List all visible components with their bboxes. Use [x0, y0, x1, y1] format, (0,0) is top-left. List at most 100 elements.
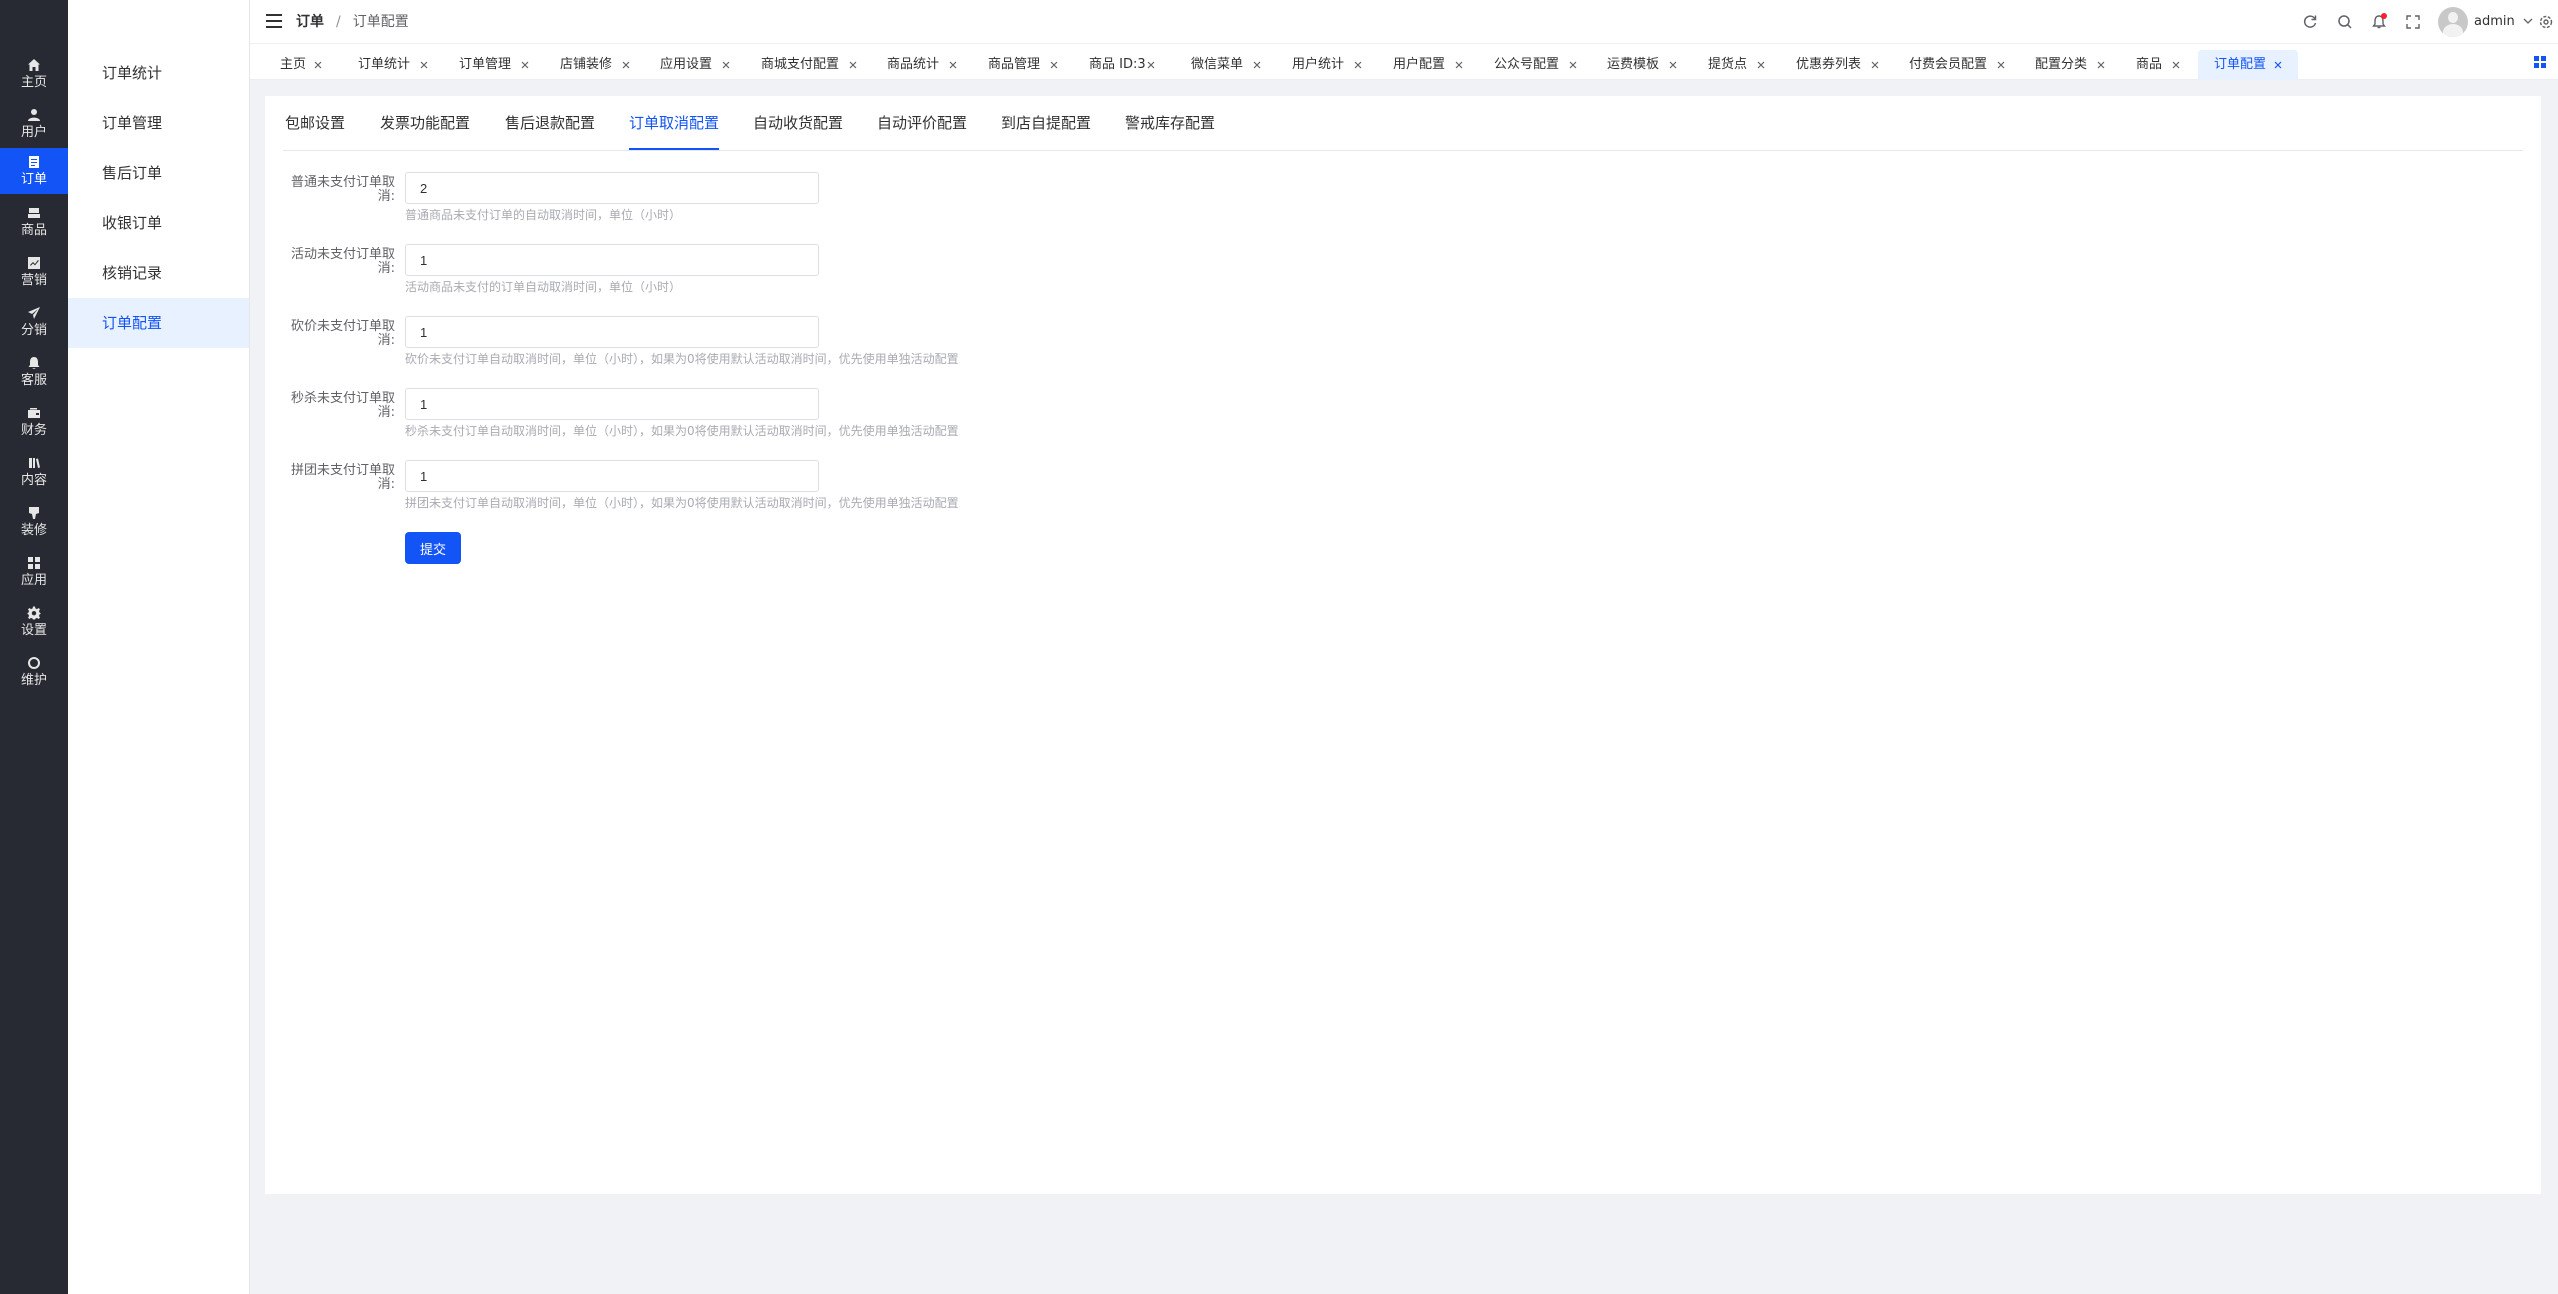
breadcrumb-parent[interactable]: 订单	[296, 14, 324, 30]
nav-apps[interactable]: 应用	[0, 548, 68, 596]
tab-store-decoration[interactable]: 店铺装修	[560, 50, 630, 80]
tab-goods-id[interactable]: 商品 ID:3	[1089, 50, 1155, 80]
tab-user-config[interactable]: 用户配置	[1393, 50, 1463, 80]
normal-cancel-hours-input[interactable]	[405, 172, 819, 204]
close-icon[interactable]	[949, 61, 957, 69]
tab-user-stats[interactable]: 用户统计	[1292, 50, 1362, 80]
nav-distribution[interactable]: 分销	[0, 298, 68, 346]
close-icon[interactable]	[1253, 61, 1261, 69]
activity-cancel-hours-input[interactable]	[405, 244, 819, 276]
fullscreen-icon[interactable]	[2403, 12, 2423, 32]
bell-icon	[28, 357, 40, 369]
tab-label: 商城支付配置	[761, 57, 840, 72]
tab-app-settings[interactable]: 应用设置	[660, 50, 730, 80]
close-icon[interactable]	[1871, 61, 1879, 69]
bargain-cancel-hours-input[interactable]	[405, 316, 819, 348]
tab-label: 公众号配置	[1494, 57, 1560, 72]
notification-bell-icon[interactable]	[2369, 12, 2389, 32]
nav-label: 维护	[20, 673, 47, 688]
nav-label: 设置	[20, 623, 47, 638]
tab-payment-config[interactable]: 商城支付配置	[761, 50, 857, 80]
tab-order-config[interactable]: 订单配置	[2198, 50, 2298, 80]
nav-decoration[interactable]: 装修	[0, 498, 68, 546]
field-hint: 活动商品未支付的订单自动取消时间，单位（小时）	[405, 280, 682, 294]
nav-user[interactable]: 用户	[0, 100, 68, 148]
close-icon[interactable]	[1757, 61, 1765, 69]
tab-order-management[interactable]: 订单管理	[459, 50, 529, 80]
close-icon[interactable]	[1997, 61, 2005, 69]
close-icon[interactable]	[2097, 61, 2105, 69]
nav-finance[interactable]: 财务	[0, 398, 68, 446]
nav-label: 装修	[20, 523, 47, 538]
search-icon[interactable]	[2335, 12, 2355, 32]
tabs-menu-icon[interactable]	[2534, 56, 2546, 68]
tab-coupon-list[interactable]: 优惠券列表	[1796, 50, 1879, 80]
config-tab-store-pickup[interactable]: 到店自提配置	[1001, 96, 1091, 150]
tab-home[interactable]: 主页	[280, 50, 322, 80]
close-icon[interactable]	[1354, 61, 1362, 69]
nav-order[interactable]: 订单	[0, 148, 68, 194]
config-tab-stock-alert[interactable]: 警戒库存配置	[1125, 96, 1215, 150]
tab-official-account-config[interactable]: 公众号配置	[1494, 50, 1577, 80]
tab-shipping-template[interactable]: 运费模板	[1607, 50, 1677, 80]
close-icon[interactable]	[314, 61, 322, 69]
refresh-icon[interactable]	[2300, 12, 2320, 32]
close-icon[interactable]	[722, 61, 730, 69]
close-icon[interactable]	[622, 61, 630, 69]
nav-goods[interactable]: 商品	[0, 198, 68, 246]
nav-marketing[interactable]: 营销	[0, 248, 68, 296]
submenu-verification-records[interactable]: 核销记录	[68, 248, 249, 298]
tab-goods[interactable]: 商品	[2136, 50, 2180, 80]
username[interactable]: admin	[2474, 12, 2515, 32]
tab-pickup-point[interactable]: 提货点	[1708, 50, 1765, 80]
close-icon[interactable]	[2172, 61, 2180, 69]
tab-label: 商品统计	[887, 57, 940, 72]
tab-paid-member-config[interactable]: 付费会员配置	[1909, 50, 2005, 80]
close-icon[interactable]	[420, 61, 428, 69]
submenu-after-sales[interactable]: 售后订单	[68, 148, 249, 198]
nav-content[interactable]: 内容	[0, 448, 68, 496]
submenu-cashier-orders[interactable]: 收银订单	[68, 198, 249, 248]
nav-service[interactable]: 客服	[0, 348, 68, 396]
avatar[interactable]	[2438, 7, 2468, 37]
close-icon[interactable]	[1669, 61, 1677, 69]
close-icon[interactable]	[1569, 61, 1577, 69]
config-tab-refund[interactable]: 售后退款配置	[505, 96, 595, 150]
close-icon[interactable]	[849, 61, 857, 69]
config-tab-invoice[interactable]: 发票功能配置	[380, 96, 470, 150]
config-tab-free-shipping[interactable]: 包邮设置	[285, 96, 345, 150]
config-tab-auto-receipt[interactable]: 自动收货配置	[753, 96, 843, 150]
settings-icon[interactable]	[2536, 12, 2556, 32]
nav-maintenance[interactable]: 维护	[0, 648, 68, 696]
submit-button[interactable]: 提交	[405, 532, 461, 564]
tab-goods-stats[interactable]: 商品统计	[887, 50, 957, 80]
nav-label: 应用	[20, 573, 47, 588]
form-row-activity-cancel: 活动未支付订单取消: 活动商品未支付的订单自动取消时间，单位（小时）	[265, 244, 1465, 304]
submenu-order-config[interactable]: 订单配置	[68, 298, 249, 348]
tab-goods-management[interactable]: 商品管理	[988, 50, 1058, 80]
tab-wechat-menu[interactable]: 微信菜单	[1191, 50, 1261, 80]
group-cancel-hours-input[interactable]	[405, 460, 819, 492]
chevron-down-icon[interactable]	[2521, 14, 2535, 28]
close-icon[interactable]	[1147, 61, 1155, 69]
gear-icon	[27, 606, 41, 620]
tab-order-stats[interactable]: 订单统计	[358, 50, 428, 80]
tab-config-category[interactable]: 配置分类	[2035, 50, 2105, 80]
tab-label: 用户配置	[1393, 57, 1446, 72]
tab-label: 配置分类	[2035, 57, 2088, 72]
menu-toggle-icon[interactable]	[266, 14, 282, 28]
submenu-order-management[interactable]: 订单管理	[68, 98, 249, 148]
close-icon[interactable]	[1455, 61, 1463, 69]
close-icon[interactable]	[521, 61, 529, 69]
nav-settings[interactable]: 设置	[0, 598, 68, 646]
config-tab-auto-review[interactable]: 自动评价配置	[877, 96, 967, 150]
notification-badge	[2381, 13, 2387, 19]
tab-label: 用户统计	[1292, 57, 1345, 72]
config-tab-order-cancel[interactable]: 订单取消配置	[629, 96, 720, 150]
close-icon[interactable]	[2274, 61, 2282, 69]
submenu-order-stats[interactable]: 订单统计	[68, 48, 249, 98]
nav-label: 营销	[20, 273, 47, 288]
nav-home[interactable]: 主页	[0, 50, 68, 98]
close-icon[interactable]	[1050, 61, 1058, 69]
seckill-cancel-hours-input[interactable]	[405, 388, 819, 420]
